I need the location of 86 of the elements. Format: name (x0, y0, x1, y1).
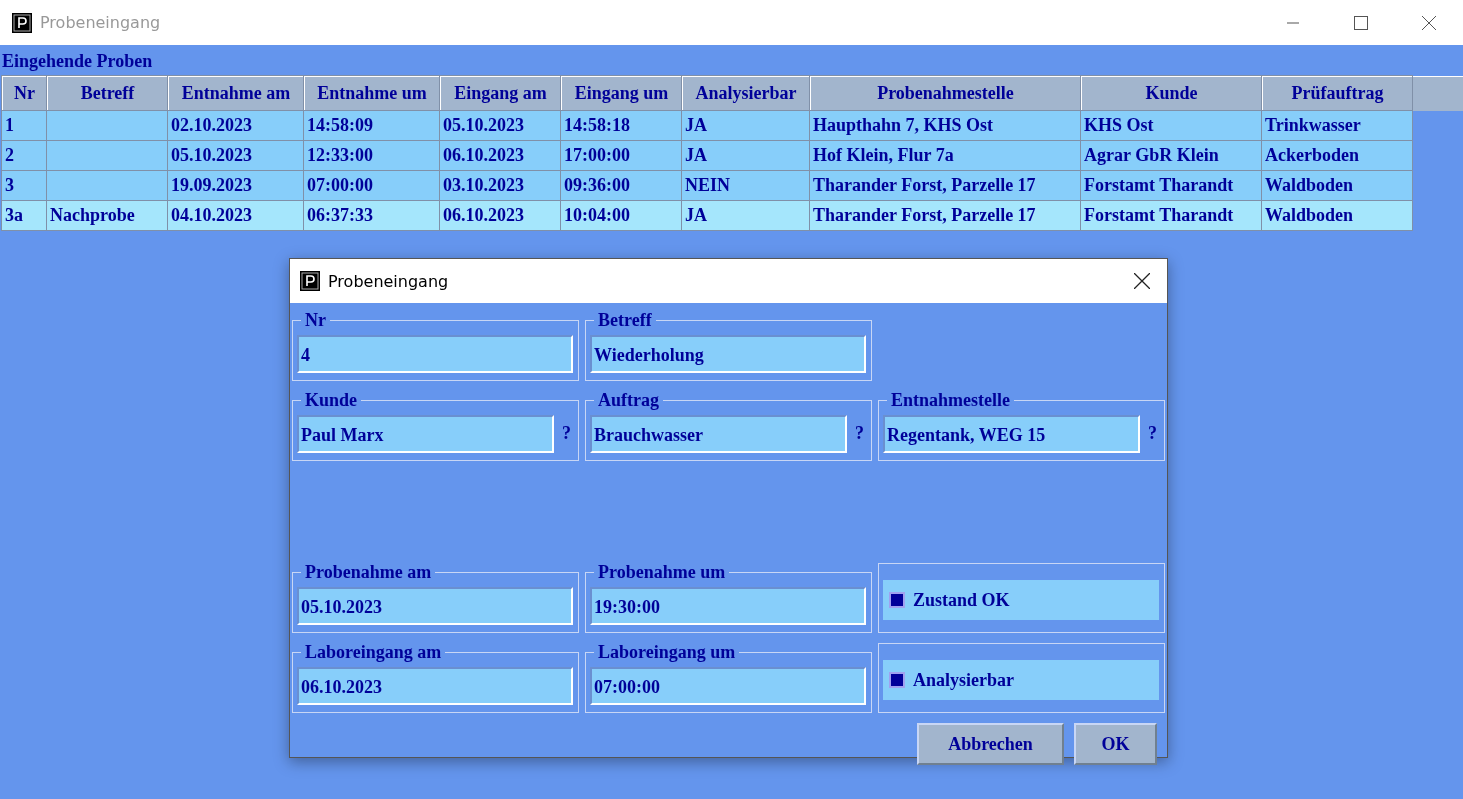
table-cell: JA (682, 111, 809, 140)
input-field[interactable]: 4 (297, 334, 573, 373)
table-cell: 17:00:00 (561, 141, 681, 170)
table-cell: 06.10.2023 (440, 201, 560, 230)
field-label: Laboreingang um (597, 643, 737, 661)
table-cell: 06.10.2023 (440, 141, 560, 170)
table-cell: 07:00:00 (304, 171, 439, 200)
table-cell: Waldboden (1262, 201, 1412, 230)
table-cell: Forstamt Tharandt (1081, 171, 1261, 200)
input-field[interactable]: Paul Marx (297, 414, 554, 453)
field-label: Auftrag (597, 391, 660, 409)
table-cell: 05.10.2023 (168, 141, 303, 170)
table-cell: 14:58:18 (561, 111, 681, 140)
table-cell: JA (682, 141, 809, 170)
table-cell: 2 (2, 141, 46, 170)
close-icon (1134, 273, 1150, 289)
column-header[interactable]: Eingang am (440, 76, 560, 110)
table-cell: NEIN (682, 171, 809, 200)
table-cell: 12:33:00 (304, 141, 439, 170)
table-cell: Agrar GbR Klein (1081, 141, 1261, 170)
table-cell: 3a (2, 201, 46, 230)
table-cell: Forstamt Tharandt (1081, 201, 1261, 230)
table-cell: Tharander Forst, Parzelle 17 (810, 171, 1080, 200)
table-cell: 3 (2, 171, 46, 200)
table-cell: 14:58:09 (304, 111, 439, 140)
input-field[interactable]: 07:00:00 (590, 666, 866, 705)
table-cell: KHS Ost (1081, 111, 1261, 140)
table-cell: 03.10.2023 (440, 171, 560, 200)
app-logo-icon (300, 271, 320, 291)
lookup-button[interactable]: ? (1146, 423, 1159, 444)
field-label: Kunde (304, 391, 359, 409)
field-label: Probenahme am (304, 563, 433, 581)
minimize-icon (1287, 21, 1299, 24)
table-cell: Waldboden (1262, 171, 1412, 200)
table-cell: JA (682, 201, 809, 230)
input-field[interactable]: Wiederholung (590, 334, 866, 373)
checkbox-field[interactable]: Analysierbar (883, 660, 1159, 700)
column-header[interactable]: Kunde (1081, 76, 1261, 110)
column-header[interactable]: Entnahme um (304, 76, 439, 110)
dialog-button[interactable]: Abbrechen (917, 723, 1064, 765)
dialog-button[interactable]: OK (1074, 723, 1157, 765)
column-header[interactable]: Eingang um (561, 76, 681, 110)
table-cell: 10:04:00 (561, 201, 681, 230)
field-label: Betreff (597, 311, 653, 329)
column-header[interactable]: Analysierbar (682, 76, 809, 110)
table-cell: Hof Klein, Flur 7a (810, 141, 1080, 170)
input-field[interactable]: 05.10.2023 (297, 586, 573, 625)
window-title: Probeneingang (40, 13, 161, 32)
dialog-title: Probeneingang (328, 271, 449, 291)
table-cell: Nachprobe (47, 201, 167, 230)
field-label: Probenahme um (597, 563, 727, 581)
table-cell: 1 (2, 111, 46, 140)
table-cell: 09:36:00 (561, 171, 681, 200)
close-icon (1422, 15, 1436, 30)
app-logo-icon (12, 12, 32, 33)
checkbox[interactable] (889, 592, 905, 608)
input-field[interactable]: Brauchwasser (590, 414, 847, 453)
input-field[interactable]: Regentank, WEG 15 (883, 414, 1140, 453)
column-header[interactable]: Probenahmestelle (810, 76, 1080, 110)
table-cell: Trinkwasser (1262, 111, 1412, 140)
input-field[interactable]: 19:30:00 (590, 586, 866, 625)
column-header[interactable]: Entnahme am (168, 76, 303, 110)
table-cell: 19.09.2023 (168, 171, 303, 200)
header-filler (1413, 76, 1463, 111)
column-header[interactable]: Betreff (47, 76, 167, 110)
checkbox-label: Zustand OK (913, 589, 1010, 611)
table-cell: Haupthahn 7, KHS Ost (810, 111, 1080, 140)
table-cell: Tharander Forst, Parzelle 17 (810, 201, 1080, 230)
table-cell: 04.10.2023 (168, 201, 303, 230)
input-field[interactable]: 06.10.2023 (297, 666, 573, 705)
column-header[interactable]: Nr (2, 76, 46, 110)
table-cell: 02.10.2023 (168, 111, 303, 140)
lookup-button[interactable]: ? (853, 423, 866, 444)
checkbox-field[interactable]: Zustand OK (883, 580, 1159, 620)
checkbox-label: Analysierbar (913, 669, 1014, 691)
field-label: Entnahmestelle (890, 391, 1011, 409)
maximize-icon (1354, 15, 1368, 30)
table-title: Eingehende Proben (1, 50, 154, 73)
lookup-button[interactable]: ? (560, 423, 573, 444)
table-cell: 06:37:33 (304, 201, 439, 230)
field-label: Nr (304, 311, 327, 329)
table-cell: Ackerboden (1262, 141, 1412, 170)
checkbox[interactable] (889, 672, 905, 688)
field-label: Laboreingang am (304, 643, 443, 661)
column-header[interactable]: Prüfauftrag (1262, 76, 1412, 110)
table-cell: 05.10.2023 (440, 111, 560, 140)
